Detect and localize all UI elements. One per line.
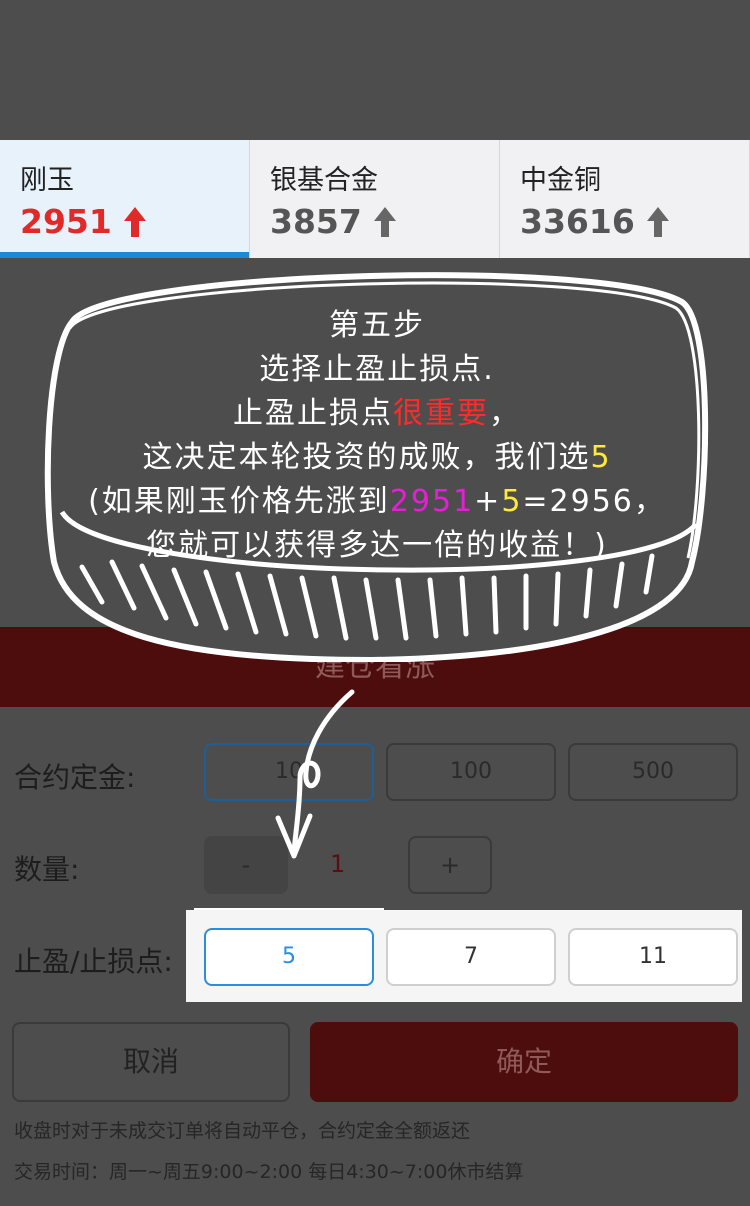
tutorial-text-span: 这决定本轮投资的成败，我们选 [142, 440, 591, 475]
confirm-button[interactable]: 确定 [310, 1022, 738, 1102]
tutorial-emphasis: 5 [590, 440, 612, 475]
tutorial-text: 第五步 选择止盈止损点. 止盈止损点很重要， 这决定本轮投资的成败，我们选5 (… [42, 304, 712, 568]
product-price: 33616 [520, 202, 669, 241]
deposit-label: 合约定金: [14, 761, 136, 794]
tutorial-emphasis: 很重要 [393, 396, 489, 431]
tab-product-3[interactable]: 中金铜 33616 [500, 140, 750, 258]
active-tab-indicator [0, 252, 249, 258]
tutorial-line: (如果刚玉价格先涨到2951+5=2956， [42, 480, 712, 524]
product-name: 刚玉 [20, 165, 74, 196]
tab-product-1[interactable]: 刚玉 2951 [0, 140, 250, 258]
tab-product-2[interactable]: 银基合金 3857 [250, 140, 500, 258]
product-name: 银基合金 [270, 165, 378, 196]
product-name: 中金铜 [520, 165, 601, 196]
tutorial-arrow-icon [270, 688, 370, 867]
tpsl-option-11[interactable]: 11 [568, 928, 738, 986]
tutorial-text-span: ， [489, 396, 521, 431]
deposit-option-500[interactable]: 500 [568, 743, 738, 801]
arrow-up-icon [373, 206, 396, 237]
price-value: 2951 [20, 202, 112, 241]
price-value: 33616 [520, 202, 635, 241]
quantity-label: 数量: [14, 853, 80, 886]
tutorial-bubble: 第五步 选择止盈止损点. 止盈止损点很重要， 这决定本轮投资的成败，我们选5 (… [42, 262, 712, 662]
tutorial-text-span: (如果刚玉价格先涨到 [88, 484, 390, 519]
tutorial-line: 第五步 [329, 308, 425, 343]
tpsl-option-5[interactable]: 5 [204, 928, 374, 986]
tutorial-emphasis: 2951 [389, 484, 475, 519]
tutorial-line: 选择止盈止损点. [259, 352, 495, 387]
tutorial-text-span: + [474, 484, 502, 519]
tutorial-line: 止盈止损点很重要， [42, 392, 712, 436]
tutorial-line: 您就可以获得多达一倍的收益！) [146, 528, 608, 563]
quantity-plus-button[interactable]: + [408, 836, 492, 894]
arrow-up-icon [646, 206, 669, 237]
trading-hours-note: 交易时间：周一~周五9:00~2:00 每日4:30~7:00休市结算 [14, 1161, 524, 1183]
cancel-button[interactable]: 取消 [12, 1022, 290, 1102]
product-price: 2951 [20, 202, 146, 241]
tutorial-text-span: =2956， [522, 484, 666, 519]
tutorial-text-span: 止盈止损点 [233, 396, 393, 431]
product-price: 3857 [270, 202, 396, 241]
tutorial-line: 这决定本轮投资的成败，我们选5 [42, 436, 712, 480]
tpsl-label: 止盈/止损点: [14, 945, 173, 978]
product-tabs: 刚玉 2951 银基合金 3857 中金铜 33616 [0, 140, 750, 258]
tpsl-option-7[interactable]: 7 [386, 928, 556, 986]
deposit-option-100[interactable]: 100 [386, 743, 556, 801]
tutorial-emphasis: 5 [501, 484, 523, 519]
settlement-note: 收盘时对于未成交订单将自动平仓，合约定金全额返还 [14, 1120, 471, 1142]
arrow-up-icon [123, 206, 146, 237]
price-value: 3857 [270, 202, 362, 241]
